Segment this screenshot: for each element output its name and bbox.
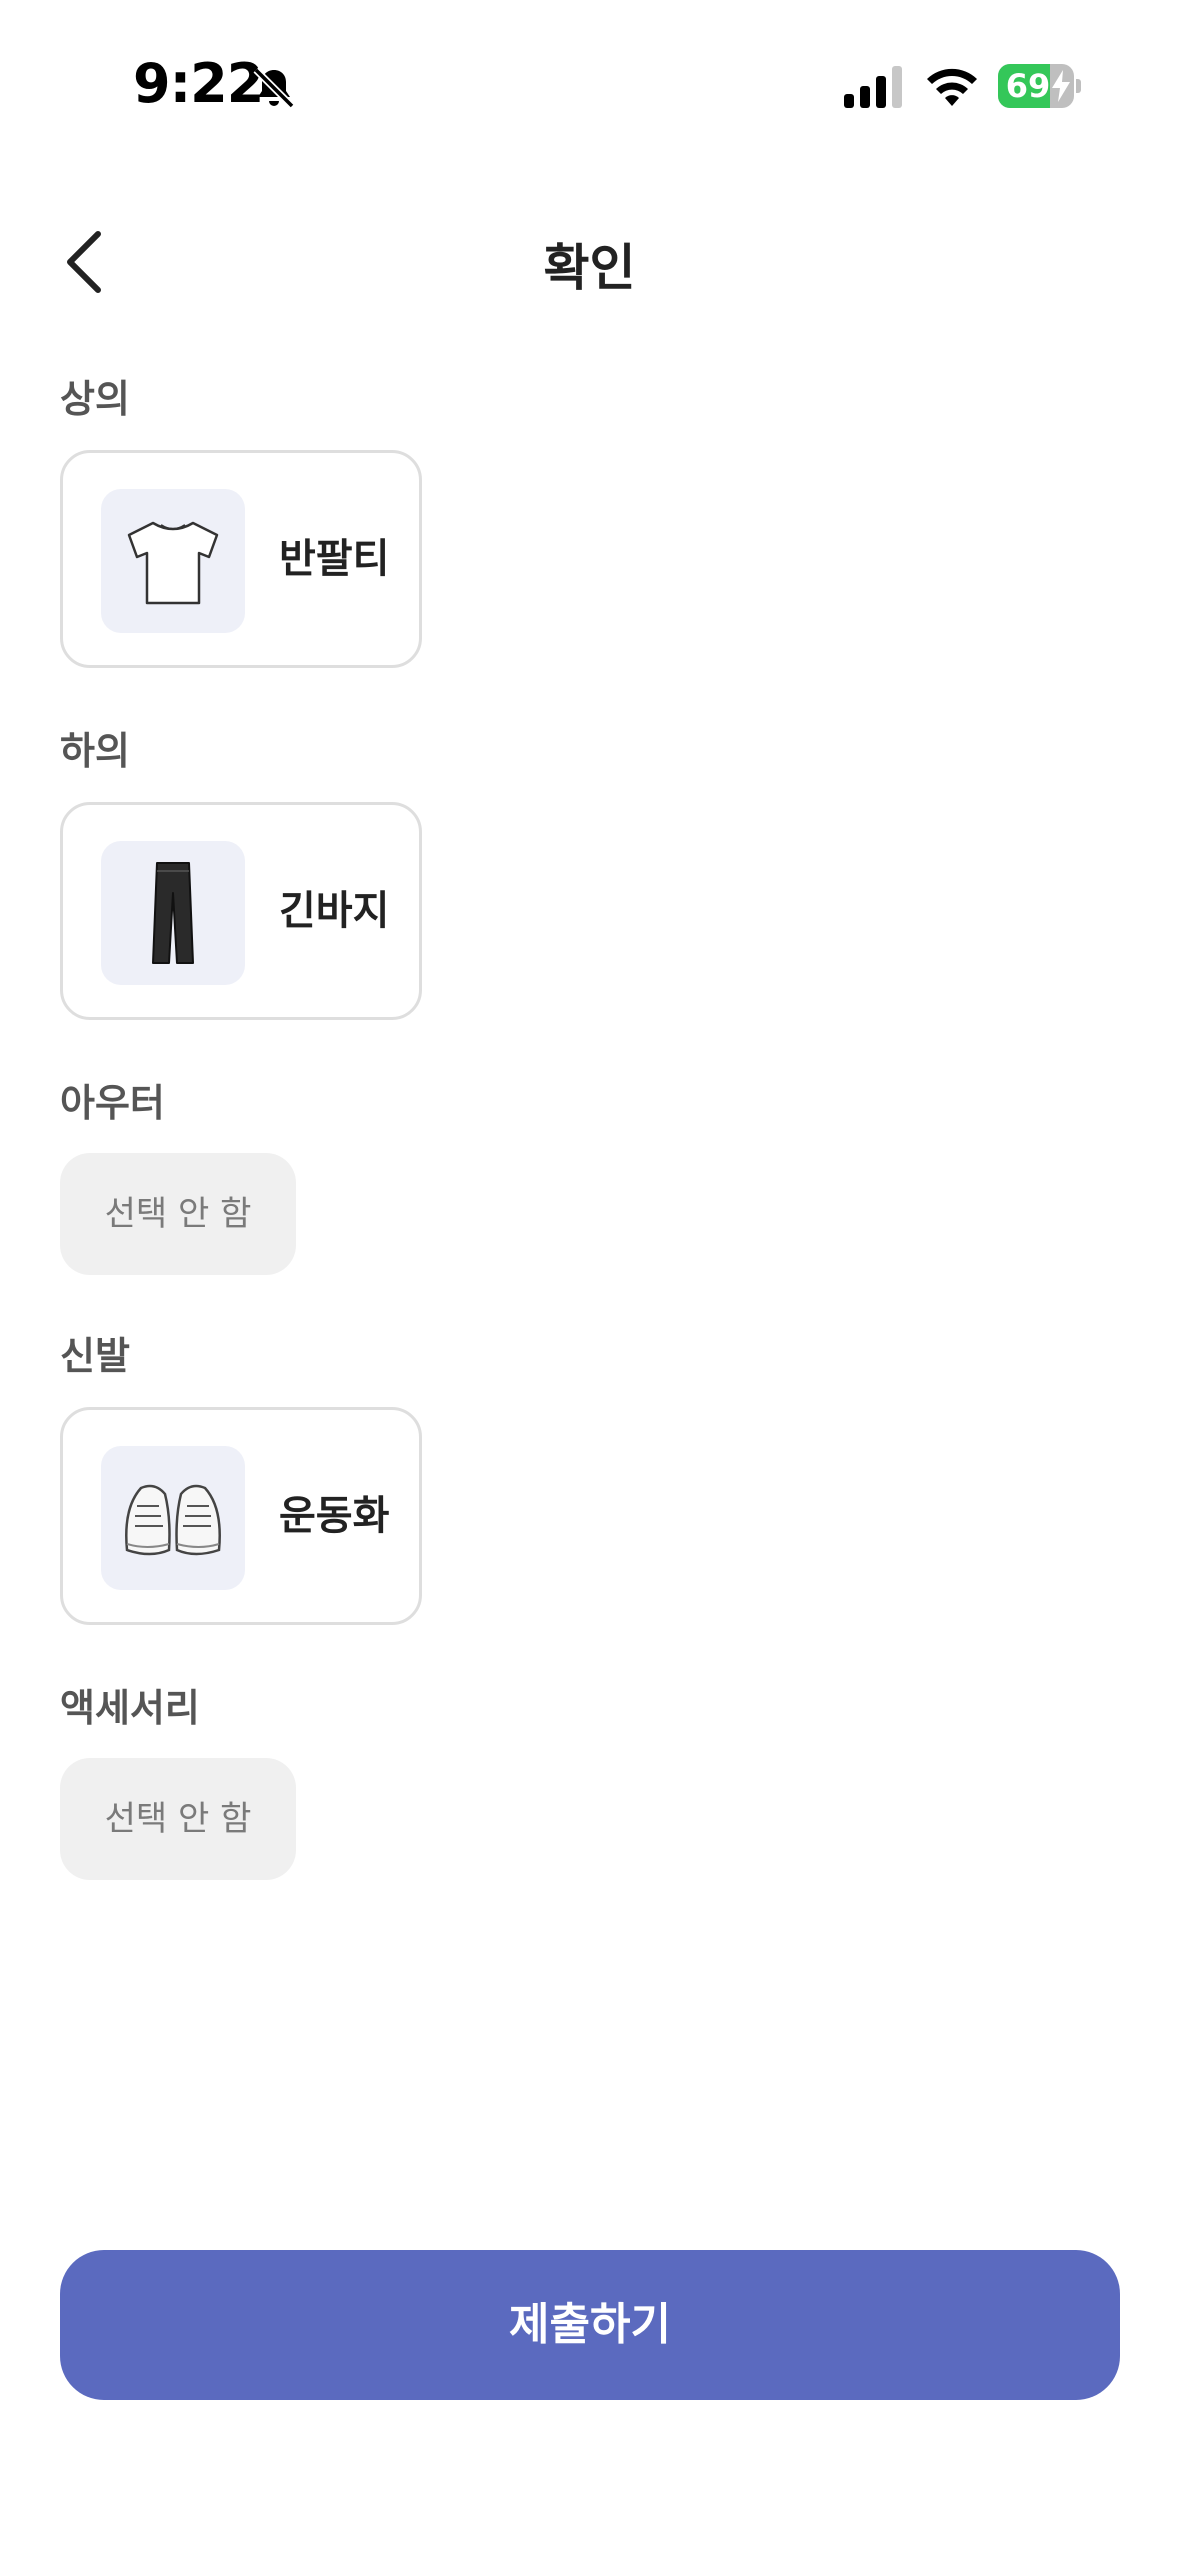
battery-tip [1076,79,1081,93]
section-label-accessory: 액세서리 [60,1686,200,1730]
wifi-icon [927,68,977,106]
tshirt-icon [127,521,219,605]
section-label-outer: 아우터 [60,1081,165,1125]
battery-charging-icon: 69 [998,64,1082,108]
empty-chip-accessory[interactable]: 선택 안 함 [60,1758,296,1880]
bolt-icon [1052,70,1070,102]
item-name-shoes: 운동화 [279,1493,390,1539]
pants-icon [152,862,194,964]
page-title: 확인 [543,239,636,297]
section-label-bottom: 하의 [60,729,130,773]
item-card-shoes[interactable]: 운동화 [60,1407,422,1625]
battery-body: 69 [998,64,1074,108]
section-label-shoes: 신발 [60,1334,130,1378]
bell-slash-icon [253,67,295,109]
battery-percent: 69 [1005,67,1051,105]
item-card-bottom[interactable]: 긴바지 [60,802,422,1020]
empty-chip-outer[interactable]: 선택 안 함 [60,1153,296,1275]
item-card-top[interactable]: 반팔티 [60,450,422,668]
sneakers-icon [125,1484,221,1556]
submit-button[interactable]: 제출하기 [60,2250,1120,2400]
item-thumbnail [101,841,245,985]
item-name-bottom: 긴바지 [279,888,390,934]
status-bar: 9:22 69 [0,0,1179,170]
cellular-signal-icon [844,66,902,108]
item-thumbnail [101,1446,245,1590]
section-label-top: 상의 [60,377,130,421]
nav-bar: 확인 [0,200,1179,320]
item-name-top: 반팔티 [279,536,390,582]
item-thumbnail [101,489,245,633]
status-time: 9:22 [133,52,264,115]
